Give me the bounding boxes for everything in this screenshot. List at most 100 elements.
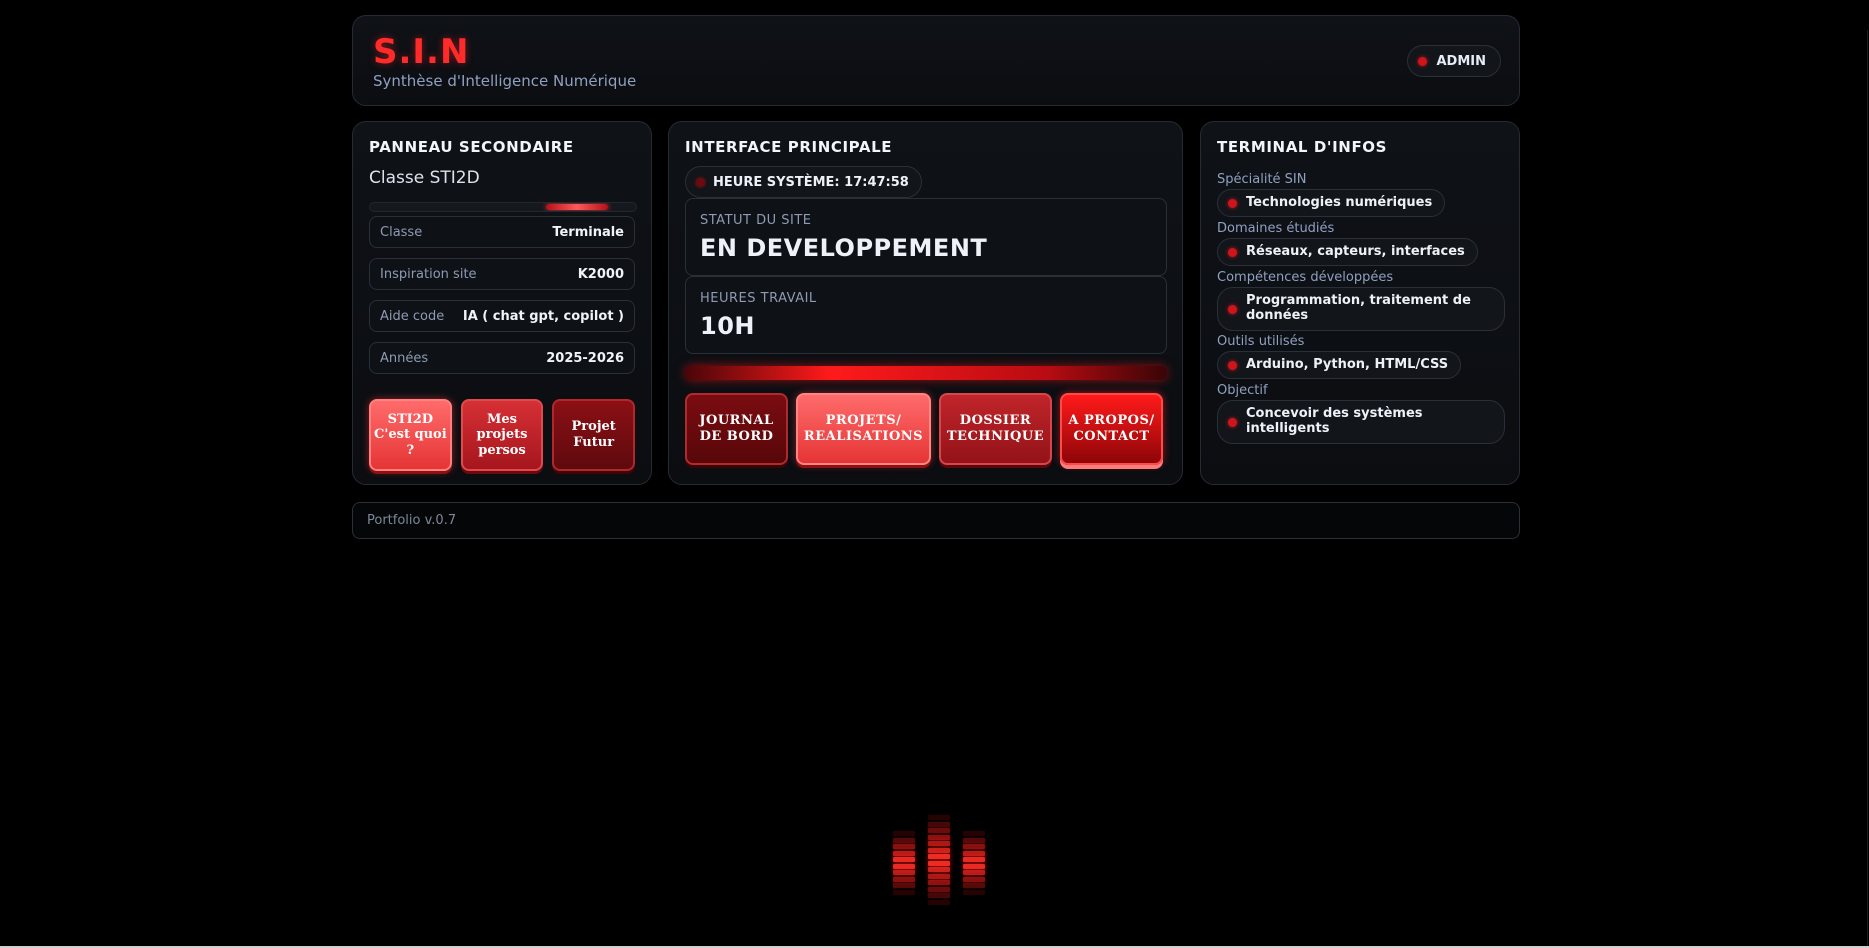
equalizer-segment xyxy=(963,889,985,895)
bullet-dot-icon xyxy=(1228,304,1237,314)
terminal-item-text: Technologies numériques xyxy=(1246,194,1433,210)
content-row: PANNEAU SECONDAIRE Classe STI2D Classe T… xyxy=(352,121,1520,485)
bullet-dot-icon xyxy=(1228,247,1237,257)
main-panel-title: INTERFACE PRINCIPALE xyxy=(685,138,893,156)
secondary-panel-title: PANNEAU SECONDAIRE xyxy=(369,138,574,156)
equalizer-segment xyxy=(963,870,985,875)
terminal-item-value: Technologies numériques xyxy=(1217,189,1446,217)
equalizer-segment xyxy=(893,837,915,843)
main-interface-panel: INTERFACE PRINCIPALE HEURE SYSTÈME: 17:4… xyxy=(668,121,1183,485)
sti2d-info-button[interactable]: STI2D C'est quoi ? xyxy=(369,399,452,471)
equalizer-segment xyxy=(893,876,915,882)
info-terminal-panel: TERMINAL D'INFOS Spécialité SIN Technolo… xyxy=(1200,121,1520,485)
info-value: K2000 xyxy=(577,266,624,282)
terminal-item-label: Spécialité SIN xyxy=(1217,172,1307,187)
terminal-item-value: Concevoir des systèmes intelligents xyxy=(1217,400,1505,444)
terminal-item-label: Compétences développées xyxy=(1217,270,1394,285)
about-contact-button[interactable]: A PROPOS/ CONTACT xyxy=(1060,393,1163,465)
secondary-buttons: STI2D C'est quoi ? Mes projets persos Pr… xyxy=(369,399,636,471)
terminal-item-text: Concevoir des systèmes intelligents xyxy=(1246,406,1423,436)
equalizer-segment xyxy=(963,850,985,856)
info-key: Années xyxy=(380,350,429,366)
equalizer-segment xyxy=(893,870,915,875)
terminal-item-value: Réseaux, capteurs, interfaces xyxy=(1217,238,1478,266)
equalizer-segment xyxy=(928,841,950,846)
equalizer-segment xyxy=(928,834,950,840)
bullet-dot-icon xyxy=(1228,417,1237,427)
voice-equalizer-icon xyxy=(893,815,985,907)
equalizer-segment xyxy=(963,863,985,869)
equalizer-segment xyxy=(928,899,950,905)
equalizer-segment xyxy=(893,889,915,895)
site-status-box: STATUT DU SITE EN DEVELOPPEMENT xyxy=(685,198,1167,276)
equalizer-segment xyxy=(963,883,985,888)
future-project-button[interactable]: Projet Futur xyxy=(552,399,636,471)
terminal-item-text: Arduino, Python, HTML/CSS xyxy=(1246,356,1449,372)
info-key: Inspiration site xyxy=(380,266,477,282)
equalizer-segment xyxy=(928,847,950,853)
terminal-item-value: Arduino, Python, HTML/CSS xyxy=(1217,351,1462,379)
equalizer-segment xyxy=(928,815,950,820)
scanner-light-bar xyxy=(685,366,1167,380)
terminal-item-label: Domaines étudiés xyxy=(1217,221,1335,236)
technical-file-button[interactable]: DOSSIER TECHNIQUE xyxy=(939,393,1052,465)
equalizer-segment xyxy=(893,831,915,836)
info-row-classe: Classe Terminale xyxy=(369,216,635,248)
info-value: IA ( chat gpt, copilot ) xyxy=(462,308,624,324)
info-value: Terminale xyxy=(552,224,624,240)
work-hours-box: HEURES TRAVAIL 10H xyxy=(685,276,1167,354)
terminal-item-label: Outils utilisés xyxy=(1217,334,1305,349)
bullet-dot-icon xyxy=(1228,198,1237,208)
site-status-value: EN DEVELOPPEMENT xyxy=(700,234,988,262)
work-hours-label: HEURES TRAVAIL xyxy=(700,291,817,306)
equalizer-segment xyxy=(928,867,950,872)
status-dot-icon xyxy=(1418,56,1428,66)
equalizer-segment xyxy=(928,886,950,892)
scanner-bar xyxy=(369,202,637,212)
equalizer-segment xyxy=(928,821,950,827)
equalizer-segment xyxy=(893,850,915,856)
bullet-dot-icon xyxy=(1228,360,1237,370)
footer-bar: Portfolio v.0.7 xyxy=(352,502,1520,539)
equalizer-segment xyxy=(928,860,950,866)
brand-title: S.I.N xyxy=(373,32,470,72)
system-clock: HEURE SYSTÈME: 17:47:58 xyxy=(685,166,922,198)
info-key: Aide code xyxy=(380,308,445,324)
class-subtitle: Classe STI2D xyxy=(369,168,480,188)
equalizer-segment xyxy=(928,854,950,859)
equalizer-segment xyxy=(963,876,985,882)
main-nav-buttons: JOURNAL DE BORD PROJETS/ REALISATIONS DO… xyxy=(685,393,1167,465)
equalizer-segment xyxy=(928,880,950,885)
info-row-aide-code: Aide code IA ( chat gpt, copilot ) xyxy=(369,300,635,332)
admin-label: ADMIN xyxy=(1436,53,1486,69)
equalizer-segment xyxy=(928,873,950,879)
logbook-button[interactable]: JOURNAL DE BORD xyxy=(685,393,788,465)
terminal-item-label: Objectif xyxy=(1217,383,1268,398)
personal-projects-button[interactable]: Mes projets persos xyxy=(460,399,544,471)
equalizer-segment xyxy=(893,844,915,849)
terminal-item-text: Programmation, traitement de données xyxy=(1246,293,1471,323)
header-panel: S.I.N Synthèse d'Intelligence Numérique … xyxy=(352,15,1520,106)
scrollbar[interactable] xyxy=(1867,30,1868,948)
equalizer-segment xyxy=(963,844,985,849)
work-hours-value: 10H xyxy=(700,312,755,340)
terminal-item-value: Programmation, traitement de données xyxy=(1217,287,1505,331)
terminal-title: TERMINAL D'INFOS xyxy=(1217,138,1388,156)
info-value: 2025-2026 xyxy=(546,350,624,366)
terminal-item-text: Réseaux, capteurs, interfaces xyxy=(1246,243,1465,259)
brand-tagline: Synthèse d'Intelligence Numérique xyxy=(373,72,637,90)
clock-label: HEURE SYSTÈME: 17:47:58 xyxy=(713,174,909,190)
equalizer-segment xyxy=(963,857,985,862)
equalizer-segment xyxy=(893,863,915,869)
scanner-light xyxy=(546,204,608,210)
equalizer-segment xyxy=(963,831,985,836)
secondary-panel: PANNEAU SECONDAIRE Classe STI2D Classe T… xyxy=(352,121,652,485)
clock-dot-icon xyxy=(696,177,705,187)
info-row-annees: Années 2025-2026 xyxy=(369,342,635,374)
version-label: Portfolio v.0.7 xyxy=(367,513,457,528)
projects-button[interactable]: PROJETS/ REALISATIONS xyxy=(796,393,931,465)
app-container: S.I.N Synthèse d'Intelligence Numérique … xyxy=(352,15,1520,485)
info-key: Classe xyxy=(380,224,423,240)
admin-button[interactable]: ADMIN xyxy=(1407,45,1501,77)
equalizer-segment xyxy=(928,893,950,898)
